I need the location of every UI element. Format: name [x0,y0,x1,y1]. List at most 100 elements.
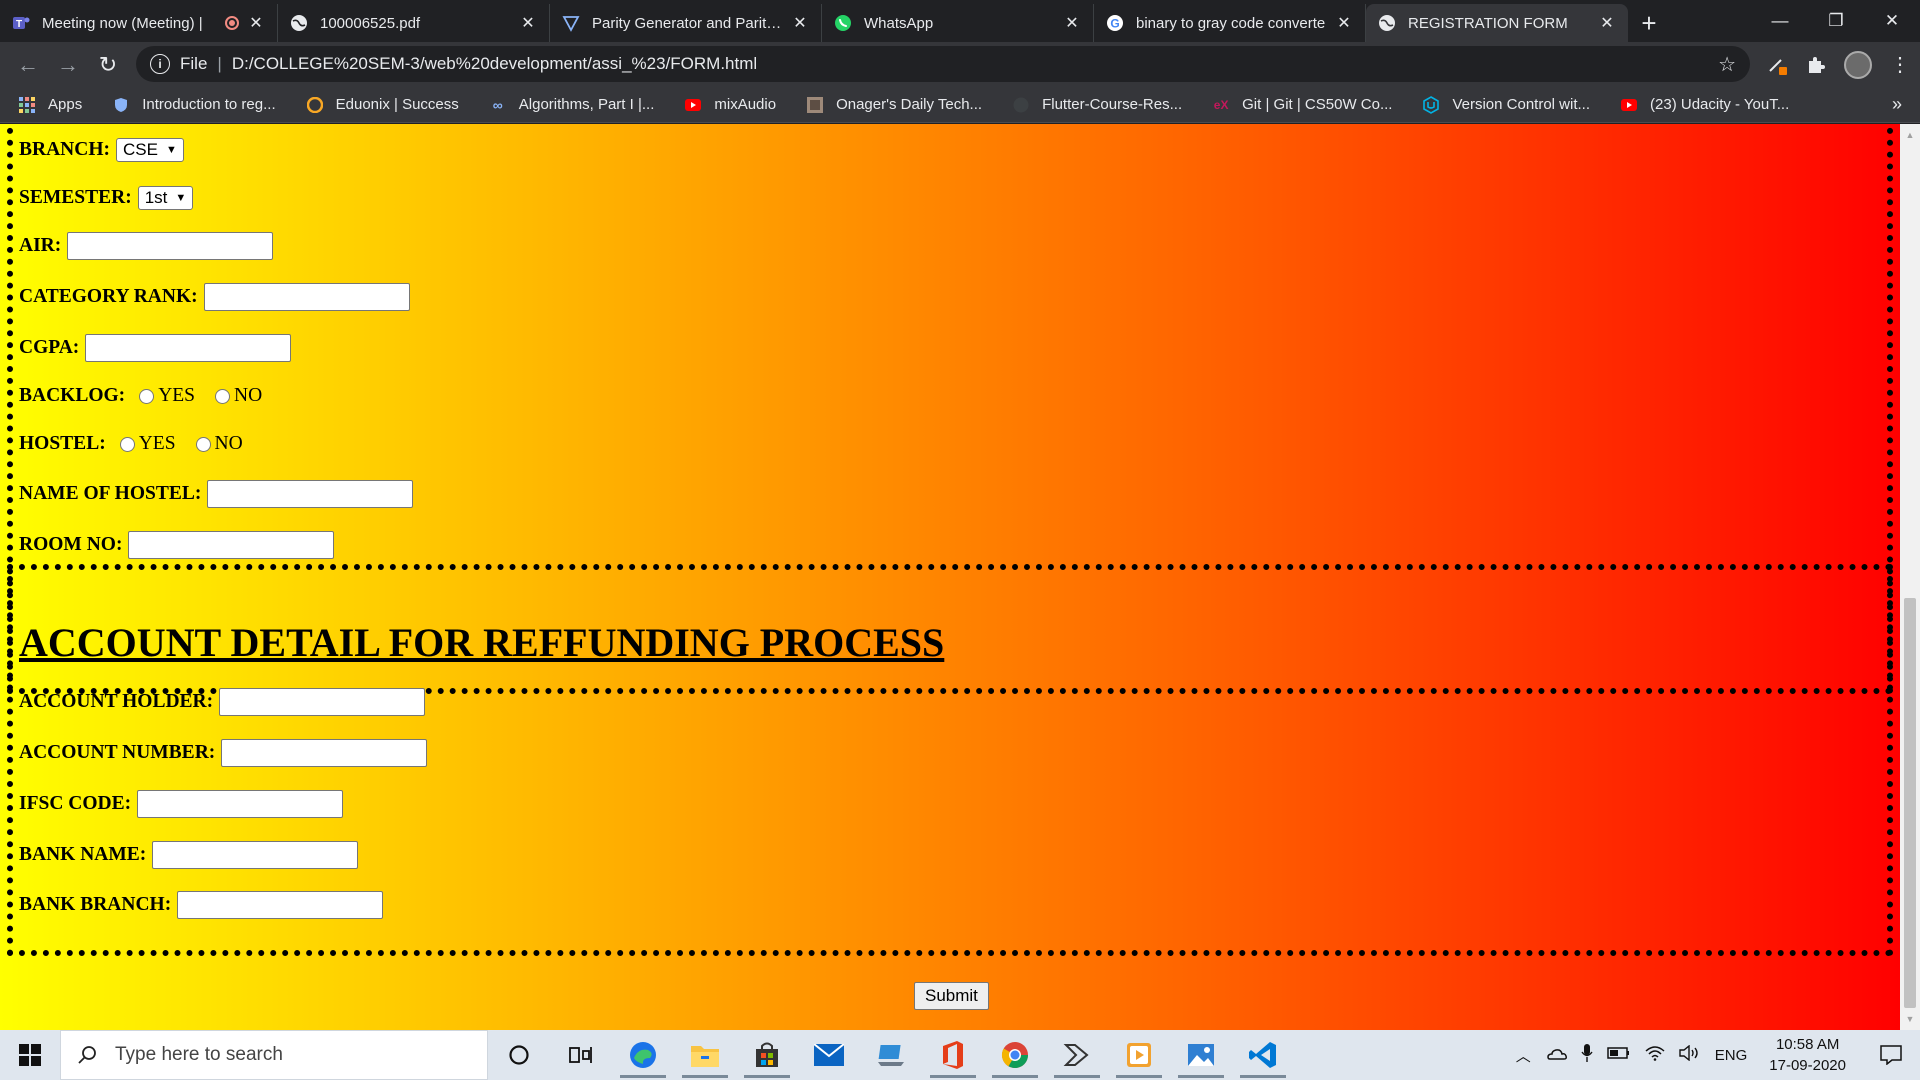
back-icon[interactable]: ← [8,45,48,85]
close-icon[interactable]: ✕ [247,13,265,33]
bookmark-item[interactable]: mixAudio [684,96,776,114]
address-bar[interactable]: i File | D:/COLLEGE%20SEM-3/web%20develo… [136,46,1750,82]
scroll-up-icon[interactable]: ▲ [1900,126,1920,144]
tab-binary-gray[interactable]: G binary to gray code converte ✕ [1094,4,1366,42]
menu-kebab-icon[interactable]: ⋮ [1890,52,1910,77]
scrollbar-thumb[interactable] [1904,598,1916,1008]
profile-avatar[interactable] [1844,50,1872,79]
close-icon[interactable]: ✕ [791,13,809,33]
volume-icon[interactable] [1679,1044,1701,1065]
category-rank-input[interactable] [203,283,410,311]
hostel-name-input[interactable] [207,480,414,508]
wifi-icon[interactable] [1645,1045,1665,1065]
submit-button[interactable]: Submit [914,982,989,1010]
bookmark-label: Introduction to reg... [142,96,276,113]
mail-icon[interactable] [798,1030,860,1080]
chrome-icon[interactable] [984,1030,1046,1080]
tray-chevron-up-icon[interactable]: ︿ [1516,1045,1531,1066]
toolbar-icons: ⋮ [1766,42,1910,87]
bookmarks-overflow-button[interactable]: » [1892,94,1902,115]
bookmark-item[interactable]: Version Control wit... [1422,95,1590,114]
branch-select[interactable]: CSE ▼ [116,138,184,162]
notifications-icon[interactable] [1876,1040,1906,1070]
forward-icon[interactable]: → [48,45,88,85]
system-tray: ︿ ENG 10:58 AM 17-09-2020 [1516,1030,1920,1080]
github-icon [1012,96,1030,114]
bookmark-label: Eduonix | Success [335,96,459,113]
close-icon[interactable]: ✕ [1335,13,1353,33]
edge-icon[interactable] [612,1030,674,1080]
restore-icon[interactable]: ❐ [1808,0,1864,42]
file-explorer-icon[interactable] [674,1030,736,1080]
account-number-input[interactable] [221,739,428,767]
hostel-no-radio[interactable] [195,436,211,452]
battery-icon[interactable] [1607,1046,1631,1064]
close-window-icon[interactable]: ✕ [1864,0,1920,42]
whatsapp-icon [834,14,852,32]
bookmark-apps[interactable]: Apps [18,96,82,114]
tab-meeting[interactable]: T Meeting now (Meeting) | ✕ [0,4,278,42]
account-number-row: ACCOUNT NUMBER: [19,739,428,767]
hostel-label: HOSTEL: [19,433,106,454]
microphone-icon[interactable] [1581,1043,1593,1067]
hostel-yes-radio[interactable] [119,436,135,452]
tab-pdf[interactable]: 100006525.pdf ✕ [278,4,550,42]
category-rank-row: CATEGORY RANK: [19,283,410,311]
hostel-no-label: NO [214,433,243,454]
laptop-icon[interactable] [860,1030,922,1080]
bookmark-label: Flutter-Course-Res... [1042,96,1183,113]
room-no-input[interactable] [128,531,335,559]
bookmark-label: Algorithms, Part I |... [518,96,655,113]
reload-icon[interactable]: ↻ [88,45,128,85]
photos-icon[interactable] [1170,1030,1232,1080]
new-tab-button[interactable]: + [1628,4,1670,42]
cortana-icon[interactable] [488,1030,550,1080]
eduonix-icon [306,96,324,114]
cgpa-input[interactable] [85,334,292,362]
bookmark-item[interactable]: ∞ Algorithms, Part I |... [489,96,655,114]
extension-pen-icon[interactable] [1766,54,1788,76]
close-icon[interactable]: ✕ [1598,13,1616,33]
info-icon[interactable]: i [150,54,170,74]
tab-whatsapp[interactable]: WhatsApp ✕ [822,4,1094,42]
bank-name-input[interactable] [152,841,359,869]
extensions-puzzle-icon[interactable] [1806,55,1826,75]
backlog-no-radio[interactable] [215,388,231,404]
tab-parity[interactable]: Parity Generator and Parity C ✕ [550,4,822,42]
recording-icon [225,16,239,30]
cgpa-row: CGPA: [19,334,292,362]
language-indicator[interactable]: ENG [1715,1047,1748,1064]
store-icon[interactable] [736,1030,798,1080]
office-icon[interactable] [922,1030,984,1080]
semester-select[interactable]: 1st ▼ [137,186,194,210]
udacity-icon [1422,95,1440,114]
backlog-yes-radio[interactable] [139,388,155,404]
task-view-icon[interactable] [550,1030,612,1080]
page-scrollbar[interactable]: ▲ ▼ [1900,124,1920,1030]
onedrive-icon[interactable] [1545,1046,1567,1064]
close-icon[interactable]: ✕ [1063,13,1081,33]
clock[interactable]: 10:58 AM 17-09-2020 [1769,1034,1846,1076]
vscode-icon[interactable] [1232,1030,1294,1080]
tab-registration-form[interactable]: REGISTRATION FORM ✕ [1366,4,1628,42]
bookmark-item[interactable]: Eduonix | Success [306,96,459,114]
bookmark-item[interactable]: (23) Udacity - YouT... [1620,96,1789,114]
windows-start-icon[interactable] [0,1030,60,1080]
scroll-down-icon[interactable]: ▼ [1900,1010,1920,1028]
bookmark-item[interactable]: Onager's Daily Tech... [806,96,982,114]
bookmark-item[interactable]: Introduction to reg... [112,96,276,114]
dev-app-icon[interactable] [1046,1030,1108,1080]
bookmark-star-icon[interactable]: ☆ [1718,52,1736,77]
air-input[interactable] [67,232,274,260]
bank-branch-input[interactable] [177,891,384,919]
ifsc-input[interactable] [137,790,344,818]
minimize-icon[interactable]: — [1752,0,1808,42]
category-rank-label: CATEGORY RANK: [19,286,198,307]
media-player-icon[interactable] [1108,1030,1170,1080]
taskbar-search-box[interactable]: Type here to search [60,1030,488,1080]
browser-toolbar: ← → ↻ i File | D:/COLLEGE%20SEM-3/web%20… [0,42,1920,87]
bookmark-item[interactable]: Flutter-Course-Res... [1012,96,1182,114]
bookmark-item[interactable]: eX Git | Git | CS50W Co... [1212,96,1393,114]
account-holder-input[interactable] [219,688,426,716]
close-icon[interactable]: ✕ [519,13,537,33]
